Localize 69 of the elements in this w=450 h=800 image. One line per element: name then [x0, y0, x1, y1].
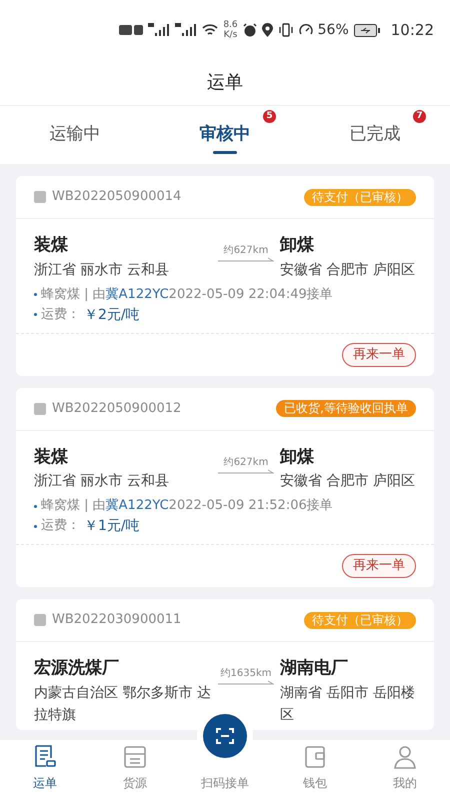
alarm-icon — [242, 23, 257, 37]
wallet-icon — [302, 744, 328, 770]
tab[interactable]: 已完成 7 — [300, 106, 450, 164]
tab[interactable]: 运输中 — [0, 106, 150, 164]
vibrate-icon — [278, 23, 294, 37]
distance: 约627km — [224, 245, 268, 257]
count-badge: 5 — [263, 110, 276, 123]
nav-tab[interactable]: 我的 — [392, 744, 418, 792]
count-badge: 7 — [413, 110, 426, 123]
bullet-icon — [34, 293, 37, 296]
tab[interactable]: 审核中 5 — [150, 106, 300, 164]
distance: 约627km — [224, 456, 268, 468]
bullet-icon — [34, 504, 37, 508]
number-icon — [34, 614, 46, 626]
nav-tab[interactable]: 运单 — [32, 744, 58, 792]
order-number: WB2022050900014 — [52, 188, 182, 206]
fee-value: ￥1元/吨 — [84, 517, 140, 536]
reorder-button[interactable]: 再来一单 — [342, 554, 416, 578]
scan-icon — [215, 726, 235, 746]
unloading-place: 湖南电厂 — [280, 657, 349, 680]
nav-tab[interactable]: 扫码接单 — [201, 774, 249, 792]
person-icon — [392, 744, 418, 770]
order-card[interactable]: WB2022050900014 待支付（已审核） 装煤 浙江省 丽水市 云和县 约627km 卸煤 安徽省 合肥市 庐阳区 蜂窝煤 | 由冀A122YC2022-05-09 22:04:49接单 运费： ￥2元/吨 再来一单 — [16, 176, 434, 376]
network-speed: 8.6 — [223, 20, 238, 30]
status-badge: 待支付（已审核） — [304, 612, 416, 628]
wifi-icon — [202, 24, 218, 36]
gauge-icon — [298, 23, 313, 37]
loading-address: 浙江省 丽水市 云和县 — [34, 260, 170, 280]
loading-place: 装煤 — [34, 234, 69, 257]
status-badge: 已收货,等待验收回执单 — [276, 400, 416, 417]
nav-tab[interactable]: 货源 — [122, 744, 148, 792]
fee-label: 运费： — [41, 517, 80, 535]
unloading-address: 湖南省 岳阳市 岳阳楼区 — [280, 684, 416, 724]
page-title: 运单 — [207, 71, 243, 95]
loading-address: 浙江省 丽水市 云和县 — [34, 472, 170, 491]
battery-icon — [354, 24, 380, 36]
speed-unit: K/s — [224, 30, 238, 40]
fee-label: 运费： — [41, 306, 80, 324]
document-icon — [32, 744, 58, 770]
cargo-info: 蜂窝煤 | 由冀A122YC2022-05-09 22:04:49接单 — [41, 286, 333, 304]
unloading-place: 卸煤 — [280, 446, 315, 468]
bullet-icon — [34, 313, 37, 316]
number-icon — [34, 191, 46, 203]
cargo-info: 蜂窝煤 | 由冀A122YC2022-05-09 21:52:06接单 — [41, 497, 333, 515]
loading-place: 宏源洗煤厂 — [34, 657, 120, 680]
number-icon — [34, 402, 46, 414]
order-number: WB2022030900011 — [52, 611, 182, 630]
order-card[interactable]: WB2022050900012 已收货,等待验收回执单 装煤 浙江省 丽水市 云和县 约627km 卸煤 安徽省 合肥市 庐阳区 蜂窝煤 | 由冀A122YC2022-05-09 21:52:06接单 运费： ￥1元/吨 再来一单 — [16, 388, 434, 587]
loading-place: 装煤 — [34, 446, 69, 468]
scan-button[interactable] — [203, 714, 247, 758]
box-icon — [122, 744, 148, 770]
clock-time: 10:22 — [390, 20, 434, 41]
sim-icon — [119, 24, 144, 36]
status-badge: 待支付（已审核） — [304, 188, 416, 206]
signal-icon — [175, 23, 198, 37]
loading-address: 内蒙古自治区 鄂尔多斯市 达拉特旗 — [34, 684, 212, 724]
signal-icon — [148, 23, 170, 37]
location-icon — [262, 23, 273, 37]
fee-value: ￥2元/吨 — [84, 306, 140, 324]
order-number: WB2022050900012 — [52, 400, 182, 418]
unloading-place: 卸煤 — [280, 234, 315, 257]
battery-percent: 56% — [318, 20, 349, 40]
reorder-button[interactable]: 再来一单 — [342, 342, 416, 366]
unloading-address: 安徽省 合肥市 庐阳区 — [280, 260, 416, 280]
unloading-address: 安徽省 合肥市 庐阳区 — [280, 472, 416, 491]
bullet-icon — [34, 524, 37, 528]
distance: 约1635km — [220, 668, 272, 680]
nav-tab[interactable]: 钱包 — [302, 744, 328, 792]
order-card[interactable]: WB2022030900011 待支付（已审核） 宏源洗煤厂 内蒙古自治区 鄂尔多斯市 达拉特旗 约1635km 湖南电厂 湖南省 岳阳市 岳阳楼区 — [16, 599, 434, 730]
